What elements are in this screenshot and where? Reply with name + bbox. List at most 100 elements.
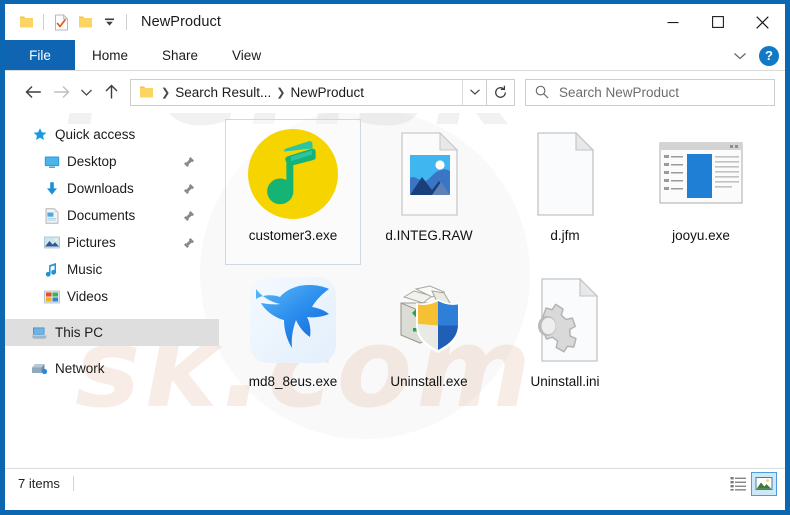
navigation-pane: Quick access Desktop Downloads Documents… [5, 113, 219, 468]
forward-arrow-icon[interactable] [47, 78, 75, 106]
title-bar: NewProduct [5, 4, 785, 40]
sidebar-label: Documents [67, 208, 136, 223]
maximize-icon[interactable] [695, 4, 740, 40]
file-item[interactable]: md8_8eus.exe [225, 265, 361, 411]
breadcrumb-folder-icon [136, 82, 156, 102]
application-window-icon [653, 126, 749, 222]
sidebar-label: Pictures [67, 235, 116, 250]
image-file-icon [381, 126, 477, 222]
sidebar-label: Videos [67, 289, 109, 304]
file-item[interactable]: d.jfm [497, 119, 633, 265]
sidebar-item-desktop[interactable]: Desktop [5, 148, 219, 175]
file-list-pane[interactable]: customer3.exe d.INTEG.RAW d.jfm jooyu.ex… [219, 113, 785, 468]
tab-share[interactable]: Share [145, 40, 215, 70]
sidebar-item-network[interactable]: Network [5, 355, 219, 382]
tab-file[interactable]: File [5, 40, 75, 70]
minimize-icon[interactable] [650, 4, 695, 40]
toolbar-divider-1 [43, 14, 44, 30]
file-item[interactable]: Uninstall.exe [361, 265, 497, 411]
downloads-icon [43, 180, 60, 197]
folder-icon[interactable] [14, 10, 38, 34]
tab-home[interactable]: Home [75, 40, 145, 70]
file-name: Uninstall.ini [530, 374, 600, 389]
address-dropdown-chevron-icon[interactable] [462, 79, 486, 105]
sidebar-item-documents[interactable]: Documents [5, 202, 219, 229]
customize-chevron-icon[interactable] [97, 10, 121, 34]
breadcrumb-newproduct[interactable]: NewProduct [290, 85, 364, 100]
file-name: Uninstall.exe [390, 374, 468, 389]
status-bar: 7 items [5, 468, 785, 498]
address-bar-row: ❯ Search Result... ❯ NewProduct Search N… [5, 71, 785, 113]
back-arrow-icon[interactable] [19, 78, 47, 106]
ribbon-tabs: File Home Share View ? [5, 40, 785, 71]
music-note-icon [43, 261, 60, 278]
config-gear-file-icon [517, 272, 613, 368]
item-count: 7 items [18, 476, 60, 491]
blank-file-icon [517, 126, 613, 222]
up-arrow-icon[interactable] [97, 78, 125, 106]
sidebar-label: Downloads [67, 181, 134, 196]
sidebar-item-pictures[interactable]: Pictures [5, 229, 219, 256]
sidebar-label: Quick access [55, 127, 136, 142]
status-divider [72, 476, 74, 491]
pin-icon[interactable] [183, 183, 195, 195]
help-button[interactable]: ? [759, 45, 779, 66]
pin-icon[interactable] [183, 156, 195, 168]
breadcrumb-separator-2: ❯ [276, 86, 286, 99]
documents-icon [43, 207, 60, 224]
file-name: jooyu.exe [672, 228, 730, 243]
details-view-button[interactable] [725, 472, 751, 496]
breadcrumb-search-results[interactable]: Search Result... [175, 85, 271, 100]
toolbar-divider-2 [126, 14, 127, 30]
sidebar-item-downloads[interactable]: Downloads [5, 175, 219, 202]
sidebar-item-videos[interactable]: Videos [5, 283, 219, 310]
recent-locations-chevron-icon[interactable] [75, 78, 97, 106]
file-name: customer3.exe [248, 228, 338, 243]
window-title: NewProduct [141, 14, 221, 30]
sidebar-item-this-pc[interactable]: This PC [5, 319, 219, 346]
chevron-down-icon[interactable] [729, 45, 751, 67]
search-input[interactable]: Search NewProduct [525, 78, 775, 106]
file-name: d.jfm [550, 228, 580, 243]
sidebar-label: Desktop [67, 154, 117, 169]
quick-access-toolbar [14, 10, 132, 34]
search-placeholder: Search NewProduct [559, 84, 680, 100]
ribbon-right-controls: ? [729, 40, 779, 71]
new-folder-icon[interactable] [73, 10, 97, 34]
blue-hummingbird-icon [245, 272, 341, 368]
sidebar-gap-1 [5, 310, 219, 319]
search-icon [535, 85, 549, 99]
sidebar-item-quick-access[interactable]: Quick access [5, 121, 219, 148]
properties-icon[interactable] [49, 10, 73, 34]
explorer-body: Quick access Desktop Downloads Documents… [5, 113, 785, 468]
videos-icon [43, 288, 60, 305]
sidebar-label: This PC [55, 325, 104, 340]
breadcrumb-separator-1: ❯ [161, 86, 171, 99]
file-name: d.INTEG.RAW [385, 228, 473, 243]
tab-view[interactable]: View [215, 40, 278, 70]
sidebar-label: Network [55, 361, 105, 376]
network-icon [31, 360, 48, 377]
this-pc-icon [31, 324, 48, 341]
desktop-icon [43, 153, 60, 170]
file-item[interactable]: jooyu.exe [633, 119, 769, 265]
pictures-icon [43, 234, 60, 251]
star-icon [31, 126, 48, 143]
address-bar[interactable]: ❯ Search Result... ❯ NewProduct [130, 78, 487, 106]
pin-icon[interactable] [183, 237, 195, 249]
refresh-icon[interactable] [487, 78, 515, 106]
pin-icon[interactable] [183, 210, 195, 222]
large-icons-view-button[interactable] [751, 471, 777, 496]
uninstall-shield-icon [381, 272, 477, 368]
file-name: md8_8eus.exe [248, 374, 338, 389]
qq-music-note-icon [245, 126, 341, 222]
sidebar-gap-2 [5, 346, 219, 355]
window-controls [650, 4, 785, 40]
explorer-window: PCrisk sk.com [0, 0, 790, 515]
file-item[interactable]: customer3.exe [225, 119, 361, 265]
sidebar-label: Music [67, 262, 103, 277]
file-item[interactable]: Uninstall.ini [497, 265, 633, 411]
file-item[interactable]: d.INTEG.RAW [361, 119, 497, 265]
sidebar-item-music[interactable]: Music [5, 256, 219, 283]
close-icon[interactable] [740, 4, 785, 40]
